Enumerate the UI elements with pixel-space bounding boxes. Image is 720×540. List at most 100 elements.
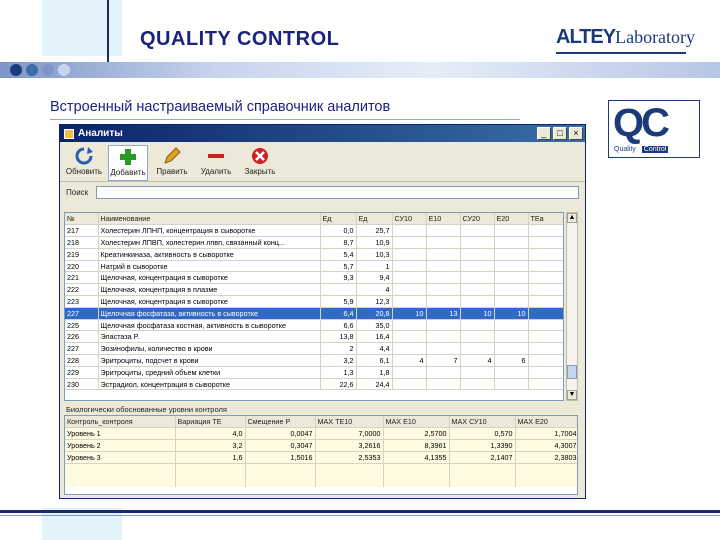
table-cell: Эритроциты, средний объем клетки — [98, 366, 321, 379]
table-row[interactable]: Уровень 2 3,2 0,3047 3,2616 8,3961 1,3390 4,30… — [65, 439, 577, 452]
scroll-thumb[interactable] — [567, 365, 577, 379]
search-input[interactable] — [96, 185, 579, 199]
empty-cell — [175, 474, 246, 487]
column-header[interactable]: Е10 — [426, 213, 461, 226]
table-cell — [528, 236, 563, 249]
table-row[interactable]: 227 Эозинофилы, количество в крови 2 4,4 — [65, 342, 563, 356]
window-title: Аналиты — [78, 128, 123, 139]
table-row[interactable]: 230 Эстрадиол, концентрация в сыворотке 22… — [65, 378, 563, 391]
column-header[interactable]: МАХ СУ10 — [449, 416, 516, 429]
empty-cell — [245, 474, 316, 487]
close-window-button[interactable]: × — [569, 127, 583, 140]
table-row[interactable]: 220 Натрий в сыворотке 5,7 1 — [65, 260, 563, 273]
table-cell: 230 — [65, 378, 99, 391]
column-header[interactable]: СУ10 — [392, 213, 427, 226]
column-header[interactable]: ТЕа — [528, 213, 563, 226]
table-row[interactable]: 228 Эритроциты, подсчет в крови 3,2 6,1 4 7 4 6 — [65, 354, 563, 367]
table-cell — [494, 271, 529, 285]
delete-button[interactable]: Удалить — [196, 145, 236, 181]
table-cell — [426, 248, 461, 261]
column-header[interactable]: СУ20 — [460, 213, 495, 226]
table-cell: 4 — [392, 354, 427, 367]
table-cell — [494, 236, 529, 249]
table-cell — [528, 342, 563, 356]
table-cell: 12,3 — [356, 295, 393, 308]
table-row[interactable]: 218 Холестерин ЛПВП, холестерин лпвп, свя… — [65, 236, 563, 249]
column-header[interactable]: Смещение Р — [245, 416, 316, 429]
table-row[interactable]: 226 Эластаза Р. 13,8 16,4 — [65, 330, 563, 344]
table-cell: 2 — [320, 342, 357, 356]
table-cell: 4,1355 — [383, 451, 450, 464]
empty-cell — [515, 474, 577, 487]
analytes-scrollbar[interactable]: ▲ ▼ — [566, 212, 578, 401]
decor-vertical-line — [107, 0, 109, 70]
window-titlebar[interactable]: Аналиты _ □ × — [60, 125, 585, 142]
table-cell: 4,4 — [356, 342, 393, 356]
decor-banner — [0, 62, 720, 78]
table-row[interactable]: 217 Холестерин ЛПНП, концентрация в сывор… — [65, 224, 563, 238]
logo-underline — [556, 52, 686, 54]
table-cell: 0,570 — [449, 427, 516, 441]
column-header[interactable]: Контроль_контроля — [65, 416, 176, 429]
table-cell: Щелочная, концентрация в сыворотке — [98, 271, 321, 285]
refresh-button[interactable]: Обновить — [64, 145, 104, 181]
slide-title: QUALITY CONTROL — [140, 28, 340, 50]
column-header[interactable]: Е20 — [494, 213, 529, 226]
table-cell: 228 — [65, 354, 99, 367]
table-cell — [494, 260, 529, 273]
table-row[interactable]: 219 Креатинкиназа, активность в сыворотке… — [65, 248, 563, 261]
close-icon — [248, 145, 272, 167]
column-header[interactable]: МАХ Е10 — [383, 416, 450, 429]
decor-circle — [58, 64, 70, 76]
table-row[interactable]: 222 Щелочная, концентрация в плазме 4 — [65, 283, 563, 297]
table-cell: Щелочная фосфатаза костная, активность в… — [98, 319, 321, 332]
table-cell: 226 — [65, 330, 99, 344]
table-cell: 2,1407 — [449, 451, 516, 464]
empty-cell — [65, 463, 176, 475]
add-button[interactable]: Добавить — [108, 145, 148, 181]
table-row[interactable]: Уровень 3 1,6 1,5016 2,5353 4,1355 2,1407 2,38… — [65, 451, 577, 464]
analytes-header-row: № Наименование Ед Ед СУ10 Е10 СУ20 Е20 ТЕа — [65, 213, 563, 226]
empty-cell — [245, 463, 316, 475]
table-row[interactable]: 223 Щелочная, концентрация в сыворотке 5,9… — [65, 295, 563, 308]
minimize-button[interactable]: _ — [537, 127, 551, 140]
table-row[interactable]: Уровень 1 4,0 0,0047 7,0000 2,5700 0,570 1,700… — [65, 427, 577, 441]
table-cell: 227 — [65, 342, 99, 356]
table-cell — [494, 342, 529, 356]
table-row[interactable]: 221 Щелочная, концентрация в сыворотке 9,3… — [65, 271, 563, 285]
table-cell — [494, 295, 529, 308]
table-cell — [494, 330, 529, 344]
table-cell: 6 — [494, 354, 529, 367]
column-header[interactable]: МАХ Е20 — [515, 416, 577, 429]
table-cell: 229 — [65, 366, 99, 379]
column-header[interactable]: Ед — [356, 213, 393, 226]
altey-logo: ALTEYLaboratory — [556, 26, 696, 48]
table-cell: 1,3 — [320, 366, 357, 379]
table-cell: 2,5353 — [315, 451, 384, 464]
table-cell: 222 — [65, 283, 99, 297]
column-header[interactable]: Наименование — [98, 213, 321, 226]
table-cell: 4,3007 — [515, 439, 577, 452]
table-cell: Уровень 3 — [65, 451, 176, 464]
table-cell: Щелочная фосфатаза, активность в сыворот… — [98, 307, 321, 320]
table-row[interactable]: 225 Щелочная фосфатаза костная, активност… — [65, 319, 563, 332]
table-row[interactable]: 227 Щелочная фосфатаза, активность в сыво… — [65, 307, 563, 320]
decor-circle — [42, 64, 54, 76]
column-header[interactable]: № — [65, 213, 99, 226]
scroll-down-icon[interactable]: ▼ — [567, 390, 577, 400]
delete-icon — [204, 145, 228, 167]
scroll-up-icon[interactable]: ▲ — [567, 213, 577, 223]
maximize-button[interactable]: □ — [553, 127, 567, 140]
column-header[interactable]: Ед — [320, 213, 357, 226]
column-header[interactable]: МАХ ТЕ10 — [315, 416, 384, 429]
table-cell — [528, 295, 563, 308]
analytes-grid: № Наименование Ед Ед СУ10 Е10 СУ20 Е20 ТЕа 217 Хо… — [64, 212, 564, 401]
close-button[interactable]: Закрыть — [240, 145, 280, 181]
table-cell: 13 — [426, 307, 461, 320]
table-cell: 1,3390 — [449, 439, 516, 452]
qc-word2: Control — [641, 146, 669, 153]
edit-button[interactable]: Править — [152, 145, 192, 181]
table-row[interactable]: 229 Эритроциты, средний объем клетки 1,3 1,… — [65, 366, 563, 379]
column-header[interactable]: Вариация ТЕ — [175, 416, 246, 429]
table-cell: 220 — [65, 260, 99, 273]
